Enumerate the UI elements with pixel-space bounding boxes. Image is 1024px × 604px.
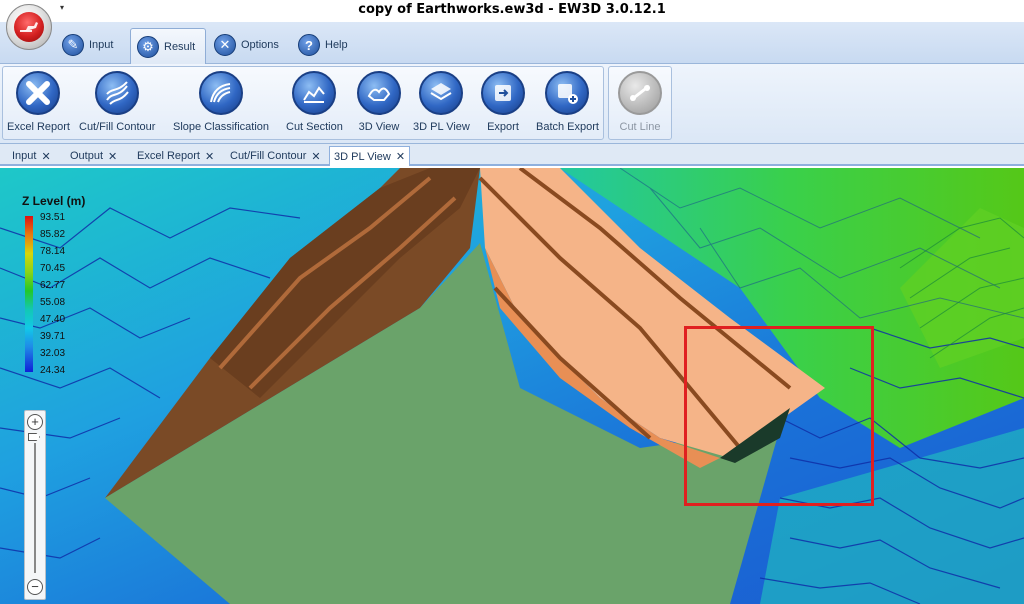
tab-label: Help [325, 39, 348, 51]
tools-icon: ✕ [214, 34, 236, 56]
ribbon-tab-bar: ✎ Input ⚙ Result ✕ Options ? Help [0, 22, 1024, 64]
legend-tick: 24.34 [40, 365, 66, 376]
3d-view-icon [357, 71, 401, 115]
legend-tick: 62.77 [40, 280, 66, 291]
legend-color-bar [25, 216, 33, 372]
doc-tab-cut-fill-contour[interactable]: Cut/Fill Contour ✕ [226, 147, 325, 165]
doc-tab-excel-report[interactable]: Excel Report ✕ [133, 147, 218, 165]
cut-line-icon [618, 71, 662, 115]
3d-viewport[interactable]: Z Level (m) 93.51 85.82 78.14 70.45 62.7… [0, 168, 1024, 604]
legend-tick: 39.71 [40, 331, 66, 342]
legend-tick: 32.03 [40, 348, 66, 359]
zoom-out-icon[interactable]: − [27, 579, 43, 595]
legend-tick: 85.82 [40, 229, 66, 240]
close-icon[interactable]: ✕ [311, 150, 320, 163]
zoom-slider[interactable]: + − [24, 410, 46, 600]
legend-tick: 78.14 [40, 246, 66, 257]
input-icon: ✎ [62, 34, 84, 56]
result-group: Excel Report Cut/Fill Contour Slope Clas… [2, 66, 604, 140]
legend-tick: 47.40 [40, 314, 66, 325]
zoom-in-icon[interactable]: + [27, 414, 43, 430]
slope-icon [199, 71, 243, 115]
title-bar: ▾ copy of Earthworks.ew3d - EW3D 3.0.12.… [0, 0, 1024, 22]
excel-icon [16, 71, 61, 115]
export-button[interactable]: Export [481, 71, 525, 133]
section-icon [292, 71, 337, 115]
contour-icon [95, 71, 140, 115]
tab-help[interactable]: ? Help [292, 28, 354, 62]
export-icon [481, 71, 525, 115]
3d-view-button[interactable]: 3D View [357, 71, 401, 133]
tab-options[interactable]: ✕ Options [208, 28, 285, 62]
ribbon-panel: Excel Report Cut/Fill Contour Slope Clas… [0, 64, 1024, 144]
tab-label: Input [89, 39, 114, 51]
close-icon[interactable]: ✕ [41, 150, 50, 163]
3d-pl-view-icon [419, 71, 464, 115]
legend-tick: 55.08 [40, 297, 66, 308]
tab-label: Options [241, 39, 279, 51]
application-menu-button[interactable] [6, 4, 52, 50]
close-icon[interactable]: ✕ [396, 150, 405, 163]
cut-section-button[interactable]: Cut Section [286, 71, 343, 133]
window-title: copy of Earthworks.ew3d - EW3D 3.0.12.1 [358, 2, 666, 17]
3d-pl-view-button[interactable]: 3D PL View [413, 71, 470, 133]
close-icon[interactable]: ✕ [108, 150, 117, 163]
close-icon[interactable]: ✕ [205, 150, 214, 163]
tab-input[interactable]: ✎ Input [56, 28, 119, 62]
legend-tick: 93.51 [40, 212, 66, 223]
batch-export-button[interactable]: Batch Export [536, 71, 599, 133]
excel-report-button[interactable]: Excel Report [7, 71, 70, 133]
tab-label: Result [164, 40, 196, 53]
help-icon: ? [298, 34, 320, 56]
batch-export-icon [545, 71, 590, 115]
legend-tick: 70.45 [40, 263, 66, 274]
cut-fill-contour-button[interactable]: Cut/Fill Contour [79, 71, 155, 133]
cut-line-group: Cut Line [608, 66, 672, 140]
doc-tab-output[interactable]: Output ✕ [66, 147, 121, 165]
legend-title: Z Level (m) [22, 194, 86, 208]
doc-tab-3d-pl-view[interactable]: 3D PL View ✕ [329, 146, 411, 166]
highlight-rectangle [684, 326, 874, 506]
zoom-slider-thumb[interactable] [28, 433, 40, 441]
gear-icon: ⚙ [137, 35, 159, 58]
slope-classification-button[interactable]: Slope Classification [173, 71, 269, 133]
excavator-icon [14, 12, 44, 42]
tab-result[interactable]: ⚙ Result [130, 28, 206, 64]
cut-line-button[interactable]: Cut Line [618, 71, 662, 133]
doc-tab-input[interactable]: Input ✕ [8, 147, 55, 165]
zoom-slider-track[interactable] [34, 443, 36, 573]
document-tab-bar: Input ✕ Output ✕ Excel Report ✕ Cut/Fill Co… [0, 144, 1024, 166]
